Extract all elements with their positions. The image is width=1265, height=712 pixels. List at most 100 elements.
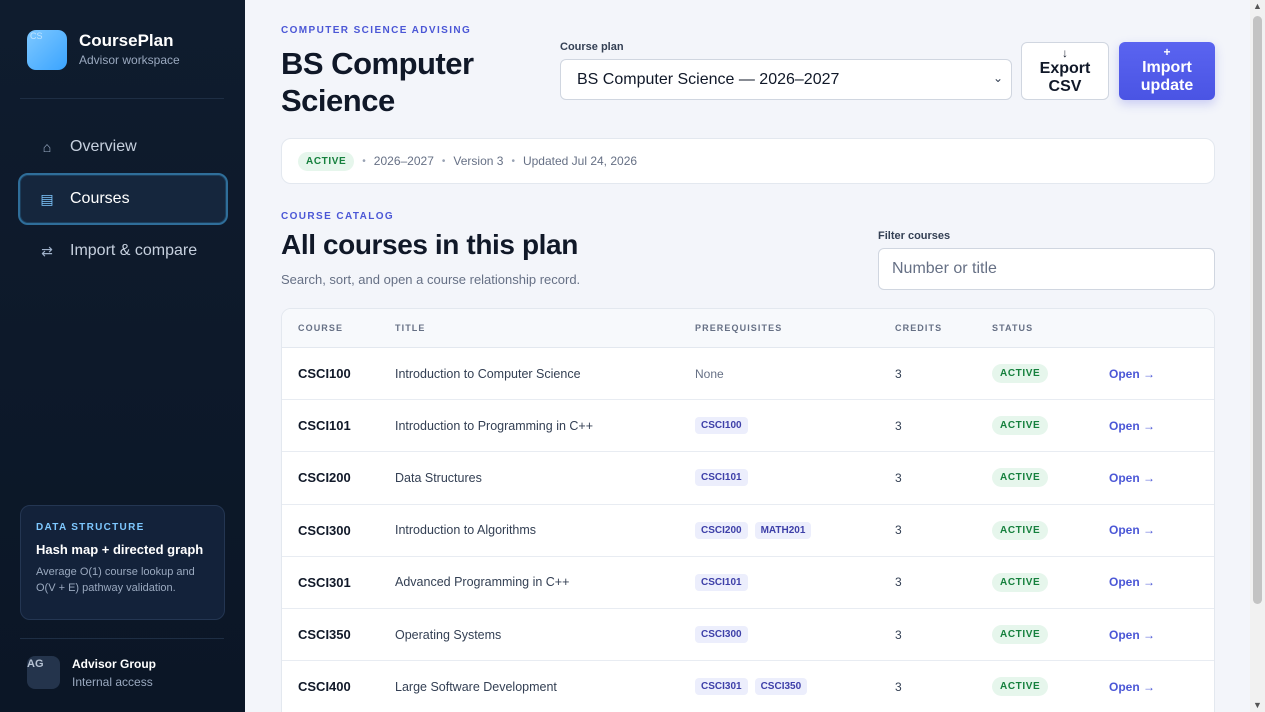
- credits: 3: [895, 575, 902, 590]
- status-badge: ACTIVE: [992, 572, 1049, 592]
- credits: 3: [895, 418, 902, 433]
- prerequisites: CSCI301 CSCI350: [695, 678, 895, 696]
- course-title: Operating Systems: [395, 627, 502, 642]
- column-header-credits[interactable]: CREDITS: [895, 323, 992, 333]
- course-code: CSCI101: [298, 418, 351, 434]
- open-course-link[interactable]: Open →: [1109, 367, 1155, 381]
- prerequisite-pill[interactable]: CSCI300: [695, 626, 748, 644]
- plan-select[interactable]: BS Computer Science — 2026–2027 ⌄: [560, 59, 1012, 100]
- user-profile[interactable]: AG Advisor Group Internal access: [27, 656, 156, 689]
- course-code: CSCI100: [298, 366, 351, 382]
- brand-subtitle: Advisor workspace: [79, 53, 180, 67]
- list-icon: ▤: [40, 190, 54, 207]
- status-badge: ACTIVE: [992, 364, 1049, 384]
- courses-table: COURSE TITLE PREREQUISITES CREDITS STATU…: [281, 308, 1215, 712]
- open-course-link[interactable]: Open →: [1109, 680, 1155, 694]
- sidebar-item-label: Courses: [70, 190, 130, 207]
- prerequisite-pill[interactable]: CSCI100: [695, 417, 748, 435]
- status-badge: ACTIVE: [992, 416, 1049, 436]
- open-course-link[interactable]: Open →: [1109, 471, 1155, 485]
- scroll-thumb[interactable]: [1253, 16, 1262, 604]
- status-badge: ACTIVE: [992, 468, 1049, 488]
- scroll-up-icon[interactable]: ▲: [1253, 1, 1262, 11]
- prerequisite-pill[interactable]: MATH201: [754, 521, 812, 539]
- open-course-link[interactable]: Open →: [1109, 523, 1155, 537]
- column-header-prerequisites[interactable]: PREREQUISITES: [695, 323, 895, 333]
- avatar: AG: [27, 656, 60, 689]
- course-code: CSCI200: [298, 470, 351, 486]
- course-code: CSCI301: [298, 574, 351, 590]
- column-header-title[interactable]: TITLE: [395, 323, 695, 333]
- plan-meta-bar: ACTIVE • 2026–2027 • Version 3 • Updated…: [281, 138, 1215, 184]
- credits: 3: [895, 523, 902, 538]
- prerequisites: CSCI300: [695, 626, 895, 644]
- table-row[interactable]: CSCI101 Introduction to Programming in C…: [282, 400, 1214, 453]
- prerequisite-pill[interactable]: CSCI350: [754, 678, 808, 696]
- prerequisites: CSCI101: [695, 573, 895, 591]
- plan-select-label: Course plan: [560, 41, 624, 53]
- table-row[interactable]: CSCI350 Operating Systems CSCI300 3 ACTI…: [282, 609, 1214, 662]
- plan-select-value: BS Computer Science — 2026–2027: [577, 70, 840, 88]
- page-kicker: COMPUTER SCIENCE ADVISING: [281, 25, 472, 36]
- user-name: Advisor Group: [72, 657, 157, 671]
- plan-version: Version 3: [453, 154, 504, 168]
- divider: [20, 638, 224, 639]
- prerequisite-pill[interactable]: CSCI301: [695, 678, 748, 696]
- credits: 3: [895, 366, 902, 381]
- divider: [20, 98, 224, 99]
- catalog-title: All courses in this plan: [281, 229, 578, 260]
- course-title: Data Structures: [395, 470, 482, 485]
- open-course-link[interactable]: Open →: [1109, 628, 1155, 642]
- sidebar-item-import-compare[interactable]: ⇄ Import & compare: [18, 225, 228, 277]
- credits: 3: [895, 679, 902, 694]
- brand-title: CoursePlan: [79, 31, 174, 50]
- export-csv-button[interactable]: ↓ Export CSV: [1021, 42, 1109, 100]
- plan-year: 2026–2027: [373, 154, 434, 168]
- column-header-course[interactable]: COURSE: [282, 323, 395, 333]
- table-row[interactable]: CSCI300 Introduction to Algorithms CSCI2…: [282, 505, 1214, 557]
- page-scrollbar[interactable]: ▲ ▼: [1250, 0, 1265, 712]
- course-title: Advanced Programming in C++: [395, 575, 570, 590]
- separator: •: [362, 155, 366, 167]
- open-course-link[interactable]: Open →: [1109, 419, 1155, 433]
- card-title: Hash map + directed graph: [36, 542, 204, 557]
- prerequisite-pill[interactable]: CSCI200: [695, 521, 748, 539]
- plus-icon: +: [1163, 45, 1171, 59]
- table-row[interactable]: CSCI400 Large Software Development CSCI3…: [282, 661, 1214, 712]
- status-badge: ACTIVE: [992, 677, 1049, 697]
- table-row[interactable]: CSCI301 Advanced Programming in C++ CSCI…: [282, 557, 1214, 609]
- credits: 3: [895, 470, 902, 485]
- sidebar: CS CoursePlan Advisor workspace ⌂ Overvi…: [0, 0, 245, 712]
- brand[interactable]: CS CoursePlan Advisor workspace: [27, 30, 180, 70]
- prerequisites: CSCI100: [695, 417, 895, 435]
- credits: 3: [895, 627, 902, 642]
- column-header-status[interactable]: STATUS: [992, 323, 1109, 333]
- table-row[interactable]: CSCI200 Data Structures CSCI101 3 ACTIVE…: [282, 452, 1214, 505]
- import-update-button[interactable]: + Import update: [1119, 42, 1215, 100]
- user-access: Internal access: [72, 675, 153, 689]
- sidebar-item-courses[interactable]: ▤ Courses: [18, 173, 228, 225]
- home-icon: ⌂: [42, 139, 52, 155]
- prerequisites: None: [695, 367, 895, 381]
- prerequisite-pill[interactable]: CSCI101: [695, 573, 748, 591]
- open-course-link[interactable]: Open →: [1109, 575, 1155, 589]
- course-title: Large Software Development: [395, 679, 557, 694]
- card-kicker: DATA STRUCTURE: [36, 522, 145, 533]
- brand-logo-text: CS: [30, 31, 43, 41]
- filter-label: Filter courses: [878, 230, 951, 242]
- prerequisites: CSCI200 MATH201: [695, 521, 895, 539]
- sidebar-item-label: Import & compare: [70, 242, 198, 259]
- brand-logo: CS: [27, 30, 67, 70]
- prerequisite-pill[interactable]: CSCI101: [695, 469, 748, 487]
- course-title: Introduction to Computer Science: [395, 366, 581, 381]
- download-icon: ↓: [1062, 46, 1068, 60]
- page-title: BS Computer Science: [281, 46, 474, 118]
- export-button-label: Export CSV: [1039, 60, 1091, 95]
- scroll-down-icon[interactable]: ▼: [1253, 700, 1262, 710]
- filter-courses-input[interactable]: [878, 248, 1215, 290]
- course-code: CSCI300: [298, 522, 351, 538]
- sidebar-item-overview[interactable]: ⌂ Overview: [18, 121, 228, 173]
- separator: •: [511, 155, 515, 167]
- plan-updated: Updated Jul 24, 2026: [522, 154, 638, 168]
- table-row[interactable]: CSCI100 Introduction to Computer Science…: [282, 348, 1214, 401]
